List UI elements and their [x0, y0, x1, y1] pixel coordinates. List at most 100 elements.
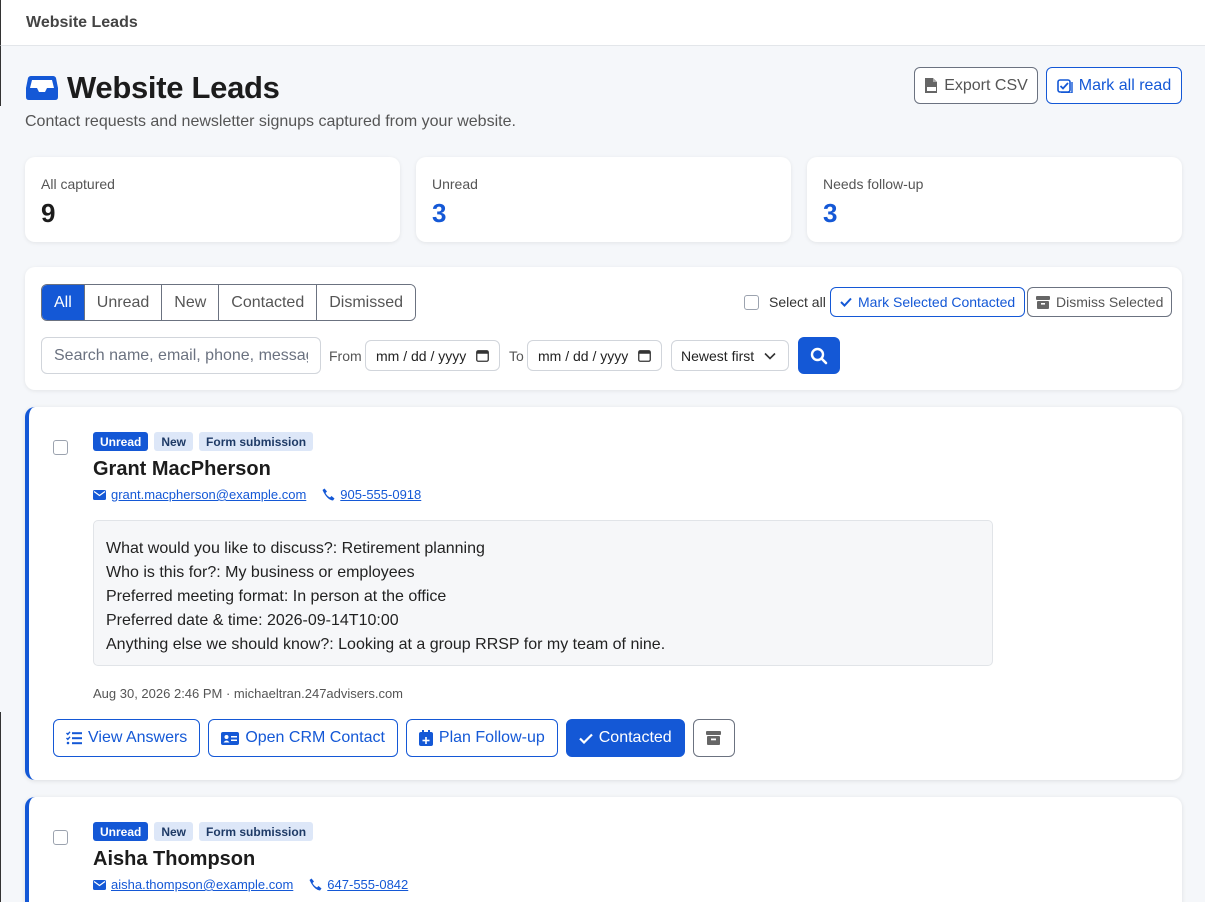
unread-badge: Unread [93, 432, 149, 451]
calendar-icon [638, 350, 652, 362]
check-icon [578, 733, 593, 744]
archive-icon [1036, 295, 1050, 309]
lead-card: Unread New Form submission Aisha Thompso… [25, 797, 1182, 902]
calendar-icon [476, 350, 490, 362]
page-subtitle: Contact requests and newsletter signups … [25, 113, 516, 130]
message-line: What would you like to discuss?: Retirem… [106, 540, 485, 557]
lead-phone-link[interactable]: 647-555-0842 [309, 877, 408, 892]
lead-message: What would you like to discuss?: Retirem… [93, 520, 993, 666]
lead-checkbox[interactable] [53, 440, 68, 455]
page-title: Website Leads [67, 70, 280, 105]
list-check-icon [66, 731, 82, 745]
filter-panel: All Unread New Contacted Dismissed Selec… [25, 267, 1182, 390]
message-line: Anything else we should know?: Looking a… [106, 636, 666, 653]
lead-name: Aisha Thompson [93, 848, 256, 870]
lead-phone: 647-555-0842 [327, 877, 409, 892]
csv-file-icon [925, 78, 938, 93]
mark-selected-contacted-button[interactable]: Mark Selected Contacted [830, 287, 1026, 317]
phone-icon [309, 878, 322, 891]
message-line: Preferred meeting format: In person at t… [106, 588, 447, 605]
tab-new[interactable]: New [162, 285, 220, 320]
tab-unread[interactable]: Unread [84, 285, 163, 320]
envelope-icon [93, 489, 106, 500]
search-input[interactable] [41, 337, 321, 374]
dismiss-lead-button[interactable] [692, 719, 735, 757]
search-icon [810, 347, 828, 364]
search-button[interactable] [798, 337, 840, 374]
view-answers-button[interactable]: View Answers [53, 719, 201, 757]
top-bar: Website Leads [0, 0, 1205, 46]
date-placeholder: mm / dd / yyyy [538, 347, 629, 364]
open-crm-contact-button[interactable]: Open CRM Contact [208, 719, 398, 757]
plan-follow-up-label: Plan Follow-up [438, 729, 545, 746]
tab-all[interactable]: All [42, 285, 85, 320]
lead-checkbox[interactable] [53, 830, 68, 845]
lead-email-link[interactable]: aisha.thompson@example.com [93, 877, 293, 892]
from-label: From [329, 348, 362, 364]
select-all-label: Select all [769, 294, 826, 310]
unread-badge: Unread [93, 822, 149, 841]
id-card-icon [221, 731, 240, 745]
lead-name: Grant MacPherson [93, 458, 271, 480]
export-csv-label: Export CSV [944, 76, 1028, 94]
lead-email: grant.macpherson@example.com [111, 487, 307, 502]
lead-badges: Unread New Form submission [93, 822, 314, 841]
stat-all-captured: All captured 9 [25, 157, 400, 242]
lead-phone-link[interactable]: 905-555-0918 [322, 487, 421, 502]
calendar-plus-icon [418, 730, 433, 746]
source-badge: Form submission [199, 432, 314, 451]
lead-badges: Unread New Form submission [93, 432, 314, 451]
dismiss-selected-label: Dismiss Selected [1056, 294, 1164, 310]
date-placeholder: mm / dd / yyyy [376, 347, 467, 364]
mark-selected-label: Mark Selected Contacted [858, 294, 1016, 310]
stat-value: 3 [823, 198, 838, 228]
view-answers-label: View Answers [88, 729, 188, 746]
tab-dismissed[interactable]: Dismissed [317, 285, 416, 320]
lead-phone: 905-555-0918 [340, 487, 422, 502]
stat-label: Needs follow-up [823, 176, 924, 192]
stat-unread: Unread 3 [416, 157, 791, 242]
page-header: Website Leads [25, 70, 280, 106]
app-title: Website Leads [26, 14, 138, 31]
chevron-down-icon [764, 352, 776, 360]
window-edge [0, 46, 1, 106]
lead-actions: View Answers Open CRM Contact Plan Follo… [53, 719, 735, 757]
select-all-checkbox[interactable] [744, 294, 759, 310]
status-tabs: All Unread New Contacted Dismissed [41, 284, 417, 321]
to-label: To [509, 348, 524, 364]
archive-icon [706, 731, 722, 745]
lead-card: Unread New Form submission Grant MacPher… [25, 407, 1182, 780]
stat-needs-follow-up: Needs follow-up 3 [807, 157, 1182, 242]
new-badge: New [154, 432, 194, 451]
window-edge [0, 712, 1, 902]
stat-value: 3 [432, 198, 447, 228]
contacted-button[interactable]: Contacted [565, 719, 685, 757]
export-csv-button[interactable]: Export CSV [914, 67, 1038, 104]
dismiss-selected-button[interactable]: Dismiss Selected [1027, 287, 1173, 317]
mark-all-read-button[interactable]: Mark all read [1046, 67, 1182, 104]
mark-all-read-label: Mark all read [1078, 76, 1172, 94]
stat-label: Unread [432, 176, 478, 192]
sort-select[interactable]: Newest first [671, 340, 789, 371]
stat-value: 9 [41, 198, 56, 228]
phone-icon [322, 488, 335, 501]
message-line: Preferred date & time: 2026-09-14T10:00 [106, 612, 399, 629]
message-line: Who is this for?: My business or employe… [106, 564, 415, 581]
new-badge: New [154, 822, 194, 841]
lead-email: aisha.thompson@example.com [111, 877, 294, 892]
select-all[interactable]: Select all [744, 294, 826, 310]
plan-follow-up-button[interactable]: Plan Follow-up [405, 719, 558, 757]
inbox-icon [26, 76, 58, 100]
double-check-icon [1056, 78, 1073, 93]
sort-value: Newest first [681, 347, 755, 364]
from-date-input[interactable]: mm / dd / yyyy [365, 340, 501, 371]
source-badge: Form submission [199, 822, 314, 841]
tab-contacted[interactable]: Contacted [219, 285, 318, 320]
open-crm-label: Open CRM Contact [245, 729, 385, 746]
lead-contacts: aisha.thompson@example.com 647-555-0842 [93, 877, 408, 892]
stat-label: All captured [41, 176, 115, 192]
envelope-icon [93, 879, 106, 890]
lead-email-link[interactable]: grant.macpherson@example.com [93, 487, 306, 502]
lead-contacts: grant.macpherson@example.com 905-555-091… [93, 487, 421, 502]
to-date-input[interactable]: mm / dd / yyyy [527, 340, 663, 371]
